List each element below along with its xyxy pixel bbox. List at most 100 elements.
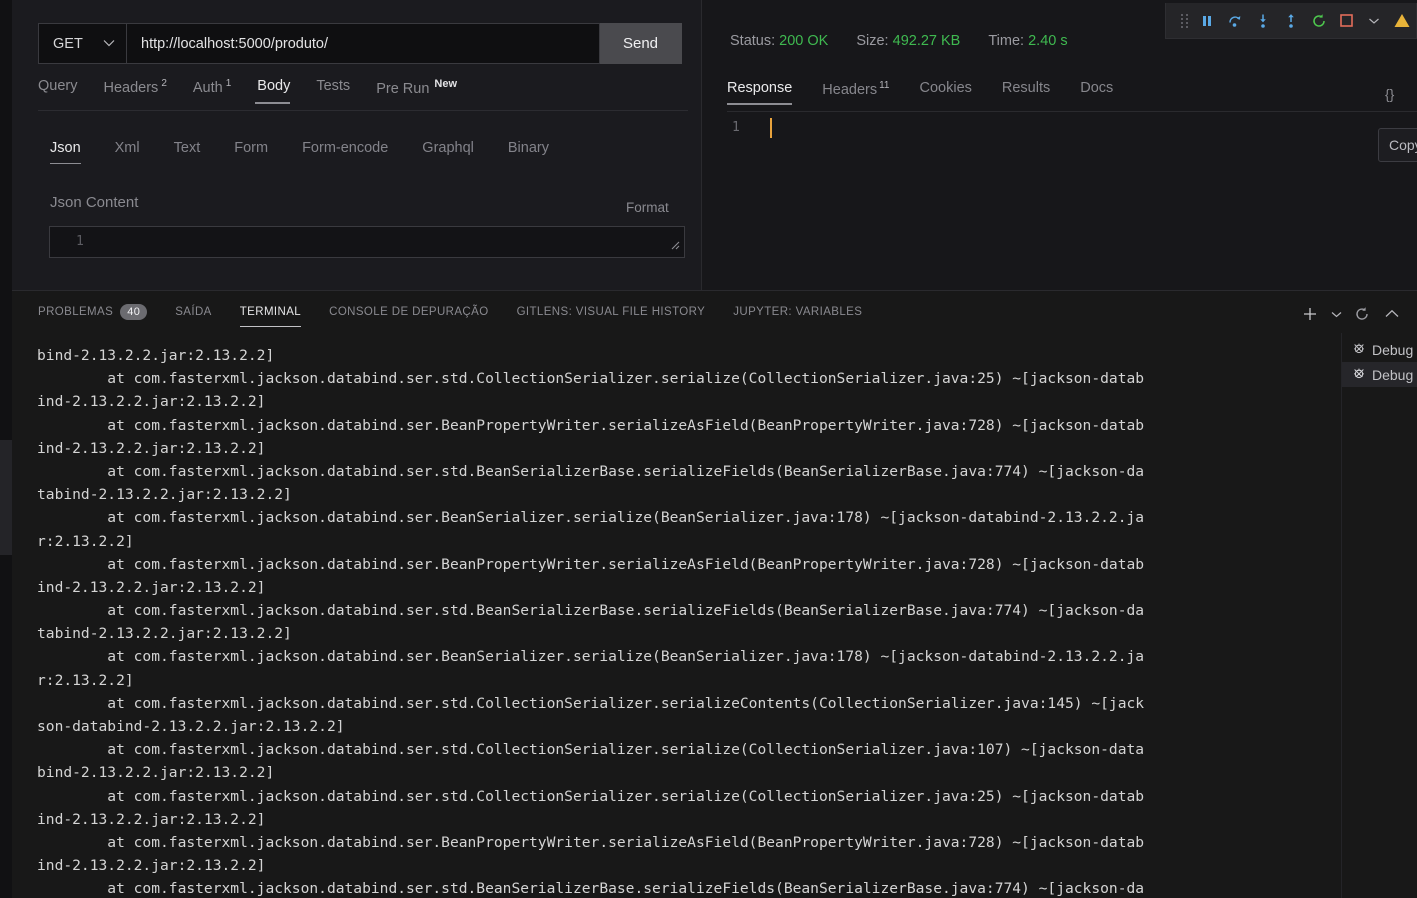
add-terminal-icon[interactable] [1297, 301, 1323, 327]
debug-bug-icon [1352, 341, 1366, 358]
response-status-row: Status: 200 OK Size: 492.27 KB Time: 2.4… [730, 33, 1068, 49]
tab-auth[interactable]: Auth 1 [193, 78, 249, 106]
time-value: 2.40 s [1028, 33, 1068, 49]
terminal-line: ind-2.13.2.2.jar:2.13.2.2] [37, 578, 266, 596]
url-input[interactable]: http://localhost:5000/produto/ [126, 23, 600, 64]
tab-tests[interactable]: Tests [316, 78, 368, 104]
terminal-line: r:2.13.2.2] [37, 671, 134, 689]
panel-tab-gitlens-history[interactable]: GITLENS: VISUAL FILE HISTORY [517, 306, 706, 326]
body-tab-json[interactable]: Json [50, 140, 81, 164]
terminal-output[interactable]: bind-2.13.2.2.jar:2.13.2.2] at com.faste… [12, 333, 1341, 898]
terminal-list-item[interactable]: Debug [1342, 337, 1417, 362]
tab-pre-run[interactable]: Pre Run New [376, 78, 475, 107]
response-tabs: Response Headers 11 Cookies Results Docs [727, 80, 1417, 112]
terminal-line: at com.fasterxml.jackson.databind.ser.st… [37, 462, 1145, 480]
terminal-list-item-label: Debug [1372, 341, 1414, 358]
body-tab-form[interactable]: Form [234, 140, 268, 164]
refresh-icon[interactable] [1349, 301, 1375, 327]
tab-query[interactable]: Query [38, 78, 96, 104]
warning-icon[interactable] [1388, 6, 1416, 36]
json-editor-line-number: 1 [76, 234, 84, 249]
tab-body[interactable]: Body [255, 78, 308, 104]
tab-body-label: Body [257, 78, 291, 94]
tab-pre-run-label: Pre Run [376, 80, 430, 97]
status-item: Status: 200 OK [730, 33, 828, 49]
terminal-line: at com.fasterxml.jackson.databind.ser.Be… [37, 833, 1145, 851]
terminal-line: ind-2.13.2.2.jar:2.13.2.2] [37, 393, 266, 411]
panel-tab-saida-label: SAÍDA [175, 306, 212, 318]
format-button[interactable]: Format [626, 200, 669, 215]
response-tab-response[interactable]: Response [727, 80, 793, 105]
response-tab-headers-count: 11 [879, 80, 890, 91]
step-into-icon[interactable] [1249, 6, 1277, 36]
status-label: Status: [730, 33, 776, 49]
tab-auth-count: 1 [225, 78, 232, 89]
panel-tab-gitlens-label: GITLENS: VISUAL FILE HISTORY [516, 306, 706, 318]
response-tab-results[interactable]: Results [1002, 80, 1050, 105]
size-item: Size: 492.27 KB [856, 33, 960, 49]
response-body-editor[interactable]: 1 [712, 114, 1417, 154]
tab-auth-label: Auth [192, 79, 223, 96]
body-tab-xml[interactable]: Xml [115, 140, 140, 164]
panel-tab-bar: PROBLEMAS 40 SAÍDA TERMINAL CONSOLE DE D… [38, 304, 890, 328]
time-item: Time: 2.40 s [988, 33, 1067, 49]
bottom-panel: PROBLEMAS 40 SAÍDA TERMINAL CONSOLE DE D… [12, 290, 1417, 898]
chevron-down-icon[interactable] [1327, 301, 1345, 327]
terminal-line: at com.fasterxml.jackson.databind.ser.Be… [37, 555, 1145, 573]
step-out-icon[interactable] [1277, 6, 1305, 36]
chevron-down-icon[interactable] [1360, 6, 1388, 36]
step-over-icon[interactable] [1221, 6, 1249, 36]
terminal-line: at com.fasterxml.jackson.databind.ser.st… [37, 602, 1145, 620]
terminal-list-item[interactable]: Debug [1342, 362, 1417, 387]
panel-tab-problemas-label: PROBLEMAS [38, 306, 114, 318]
send-button[interactable]: Send [600, 23, 682, 64]
response-tab-cookies[interactable]: Cookies [920, 80, 972, 105]
request-pane: GET http://localhost:5000/produto/ Send … [12, 0, 702, 290]
json-body-editor[interactable]: 1 [49, 226, 685, 258]
panel-tab-terminal-label: TERMINAL [239, 306, 302, 318]
response-line-number: 1 [732, 120, 740, 135]
panel-tab-terminal[interactable]: TERMINAL [239, 306, 302, 327]
http-method-select[interactable]: GET [38, 23, 126, 64]
stop-icon[interactable] [1333, 6, 1361, 36]
terminal-line: at com.fasterxml.jackson.databind.ser.st… [37, 787, 1145, 805]
body-tab-graphql[interactable]: Graphql [422, 140, 474, 164]
restart-icon[interactable] [1305, 6, 1333, 36]
body-tab-form-encode[interactable]: Form-encode [302, 140, 388, 164]
terminal-line: at com.fasterxml.jackson.databind.ser.st… [37, 880, 1145, 898]
response-tab-headers-label: Headers [822, 81, 878, 98]
body-tab-binary[interactable]: Binary [508, 140, 549, 164]
terminal-line: bind-2.13.2.2.jar:2.13.2.2] [37, 764, 275, 782]
body-tab-text[interactable]: Text [174, 140, 201, 164]
copy-response-button[interactable]: Copy [1378, 128, 1417, 162]
http-method-value: GET [53, 35, 83, 52]
panel-action-bar [1297, 301, 1405, 327]
tab-headers[interactable]: Headers 2 [104, 78, 185, 106]
terminal-line: ind-2.13.2.2.jar:2.13.2.2] [37, 810, 266, 828]
terminal-line: tabind-2.13.2.2.jar:2.13.2.2] [37, 486, 292, 504]
panel-tab-saida[interactable]: SAÍDA [175, 306, 212, 326]
response-tab-docs[interactable]: Docs [1080, 80, 1113, 105]
pause-icon[interactable] [1193, 6, 1221, 36]
response-tab-headers[interactable]: Headers 11 [822, 80, 889, 107]
resize-grip-icon[interactable] [670, 240, 680, 253]
panel-tab-console-depuracao[interactable]: CONSOLE DE DEPURAÇÃO [329, 306, 488, 326]
chevron-down-icon [103, 38, 115, 50]
url-bar: GET http://localhost:5000/produto/ Send [38, 23, 682, 64]
collapse-panel-icon[interactable] [1379, 301, 1405, 327]
format-json-braces-icon[interactable]: {} [1385, 86, 1394, 102]
terminal-list-item-label: Debug [1372, 366, 1414, 383]
tab-pre-run-new-badge: New [434, 78, 458, 90]
panel-tab-problemas[interactable]: PROBLEMAS 40 [38, 304, 148, 328]
request-tabs: Query Headers 2 Auth 1 Body Tests Pre Run N… [38, 78, 688, 111]
debug-bug-icon [1352, 366, 1366, 383]
terminal-line: bind-2.13.2.2.jar:2.13.2.2] [37, 347, 275, 364]
terminal-scrollbar[interactable] [12, 333, 24, 898]
terminal-line: ind-2.13.2.2.jar:2.13.2.2] [37, 439, 266, 457]
drag-handle-icon[interactable] [1176, 6, 1193, 36]
size-value: 492.27 KB [892, 33, 961, 49]
terminal-line: at com.fasterxml.jackson.databind.ser.Be… [37, 416, 1145, 434]
panel-tab-jupyter-variables[interactable]: JUPYTER: VARIABLES [733, 306, 862, 326]
editor-scrollbar-thumb[interactable] [0, 440, 12, 555]
url-value: http://localhost:5000/produto/ [141, 35, 329, 52]
